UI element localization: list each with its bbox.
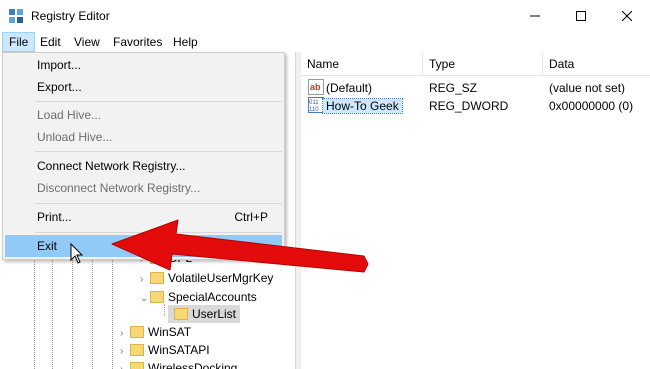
menu-bar: File Edit View Favorites Help: [0, 32, 650, 52]
folder-icon: [130, 325, 144, 338]
dword-value-icon: 011 110: [308, 97, 324, 113]
minimize-button[interactable]: [512, 0, 558, 32]
tree-guide-line: [92, 252, 93, 369]
menu-favorites[interactable]: Favorites: [107, 32, 168, 52]
value-name: How-To Geek: [322, 97, 403, 115]
close-icon: [622, 11, 632, 21]
tree-item-winsat[interactable]: › WinSAT: [120, 323, 191, 341]
menu-help[interactable]: Help: [167, 32, 204, 52]
menu-item-import[interactable]: Import...: [5, 54, 282, 76]
tree-guide-line: [52, 252, 53, 369]
menu-item-load-hive: Load Hive...: [37, 108, 102, 122]
chevron-right-icon: ›: [140, 274, 144, 285]
menu-item-export[interactable]: Export...: [5, 76, 282, 98]
menu-item-print[interactable]: Print... Ctrl+P: [5, 206, 282, 228]
file-menu-dropdown: Import... Export... Load Hive... Unload …: [2, 52, 285, 260]
tree-item-label: SpecialAccounts: [168, 290, 257, 304]
folder-icon: [150, 271, 164, 284]
value-name-selected: How-To Geek: [322, 98, 403, 114]
tree-item-label: WinSATAPI: [148, 343, 210, 357]
menu-separator: [35, 151, 282, 152]
value-data: (value not set): [549, 81, 626, 95]
menu-item-print-label: Print...: [37, 210, 72, 224]
menu-edit[interactable]: Edit: [34, 32, 67, 52]
string-value-icon: ab: [308, 79, 324, 95]
maximize-icon: [576, 11, 586, 21]
column-header-data[interactable]: Data: [543, 52, 650, 76]
tree-item-label: UserList: [192, 307, 237, 321]
minimize-icon: [530, 15, 540, 17]
registry-editor-app-icon: [9, 9, 23, 23]
svg-text:ab: ab: [310, 82, 321, 92]
tree-item-label: VolatileUserMgrKey: [168, 271, 274, 285]
menu-separator: [35, 232, 282, 233]
folder-icon: [130, 361, 144, 369]
value-type: REG_SZ: [429, 81, 478, 95]
tree-item-label: WirelessDocking: [148, 361, 238, 369]
tree-item-wirelessdocking[interactable]: › WirelessDocking: [120, 359, 237, 369]
menu-separator: [35, 203, 282, 204]
menu-view[interactable]: View: [68, 32, 106, 52]
menu-item-unload-hive: Unload Hive...: [37, 130, 113, 144]
column-header-name[interactable]: Name: [301, 52, 423, 76]
tree-item-label: WinSAT: [148, 325, 192, 339]
tree-item-userlist[interactable]: UserList: [168, 305, 241, 323]
folder-open-icon: [174, 307, 188, 320]
folder-icon: [150, 290, 164, 303]
chevron-right-icon: ›: [120, 361, 130, 369]
tree-guide-line: [72, 252, 73, 369]
menu-item-disconnect-network-registry: Disconnect Network Registry...: [37, 181, 201, 195]
registry-editor-window: Registry Editor File Edit View Favorites…: [0, 0, 650, 369]
menu-item-connect-network-registry[interactable]: Connect Network Registry...: [5, 155, 282, 177]
window-title: Registry Editor: [31, 9, 110, 23]
tree-item-specialaccounts[interactable]: ⌄ SpecialAccounts: [140, 288, 257, 306]
column-header-type[interactable]: Type: [423, 52, 543, 76]
menu-separator: [35, 101, 282, 102]
folder-icon: [130, 343, 144, 356]
mouse-cursor-icon: [70, 243, 84, 264]
values-pane[interactable]: Name Type Data ab (Default) REG_SZ (valu…: [301, 52, 650, 369]
close-button[interactable]: [604, 0, 650, 32]
value-name: (Default): [326, 81, 373, 95]
svg-text:011: 011: [309, 100, 319, 106]
tree-item-winsatapi[interactable]: › WinSATAPI: [120, 341, 210, 359]
tree-item-volatileusermgrkey[interactable]: › VolatileUserMgrKey: [140, 269, 273, 287]
chevron-down-icon: ⌄: [140, 293, 149, 304]
tree-guide-line: [112, 252, 113, 369]
title-bar: Registry Editor: [0, 0, 650, 32]
maximize-button[interactable]: [558, 0, 604, 32]
value-data: 0x00000000 (0): [549, 99, 634, 113]
value-type: REG_DWORD: [429, 99, 509, 113]
menu-item-exit[interactable]: Exit: [5, 235, 282, 257]
menu-file[interactable]: File: [2, 32, 36, 52]
svg-text:110: 110: [309, 107, 319, 113]
tree-guide-line: [34, 252, 35, 369]
print-shortcut: Ctrl+P: [234, 210, 268, 224]
